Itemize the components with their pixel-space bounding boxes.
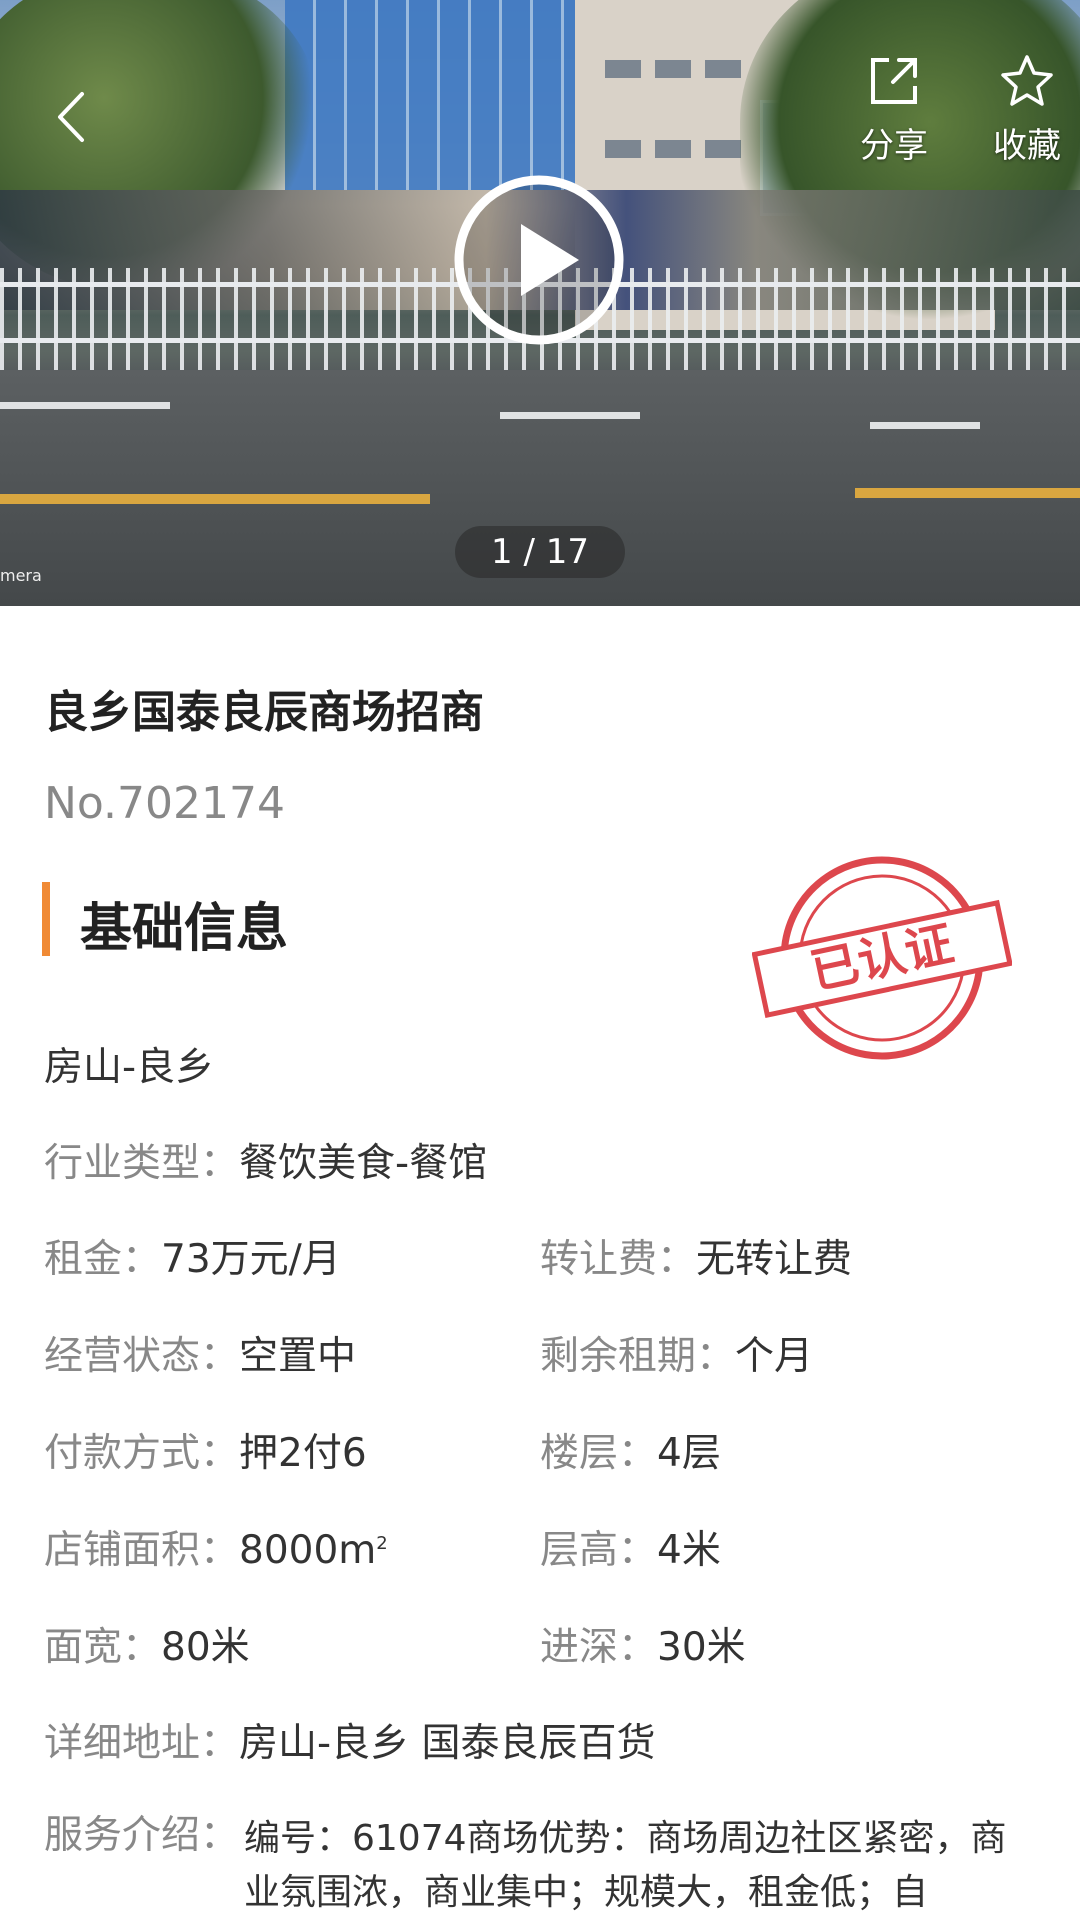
payment-row: 付款方式：押2付6 [44, 1422, 367, 1478]
district: 房山-良乡 [44, 1045, 215, 1090]
address-value: 房山-良乡 国泰良辰百货 [239, 1721, 656, 1766]
play-button[interactable] [453, 174, 625, 346]
status-value: 空置中 [239, 1334, 357, 1379]
area-unit-superscript: 2 [376, 1533, 388, 1554]
rent-label: 租金： [44, 1237, 162, 1282]
listing-title: 良乡国泰良辰商场招商 [44, 687, 484, 738]
status-label: 经营状态： [44, 1334, 240, 1379]
width-value: 80米 [161, 1625, 250, 1670]
depth-row: 进深：30米 [540, 1616, 746, 1672]
area-label: 店铺面积： [44, 1528, 240, 1573]
floor-value: 4层 [657, 1431, 721, 1476]
listing-number: No.702174 [44, 778, 286, 829]
payment-value: 押2付6 [239, 1431, 367, 1476]
remaining-term-row: 剩余租期：个月 [540, 1325, 813, 1381]
address-label: 详细地址： [44, 1721, 240, 1766]
favorite-label: 收藏 [993, 126, 1061, 166]
transfer-value: 无转让费 [696, 1237, 853, 1282]
industry-row: 行业类型：餐饮美食-餐馆 [44, 1132, 487, 1188]
rent-row: 租金：73万元/月 [44, 1228, 341, 1284]
section-accent-bar [42, 882, 50, 956]
service-label: 服务介绍： [44, 1813, 240, 1858]
payment-label: 付款方式： [44, 1431, 240, 1476]
image-counter: 1 / 17 [455, 526, 625, 578]
floor-row: 楼层：4层 [540, 1422, 721, 1478]
share-button[interactable]: 分享 [854, 52, 934, 172]
building-glass [285, 0, 585, 190]
floor-label: 楼层： [540, 1431, 658, 1476]
status-row: 经营状态：空置中 [44, 1325, 356, 1381]
depth-label: 进深： [540, 1625, 658, 1670]
star-icon [1001, 55, 1053, 106]
verified-stamp: 已认证 [752, 856, 1012, 1060]
share-icon [871, 58, 917, 104]
depth-value: 30米 [657, 1625, 746, 1670]
chevron-left-icon [58, 92, 84, 142]
transfer-row: 转让费：无转让费 [540, 1228, 852, 1284]
play-icon [454, 175, 624, 345]
remaining-term-label: 剩余租期： [540, 1334, 736, 1379]
width-row: 面宽：80米 [44, 1616, 250, 1672]
media-gallery[interactable]: 分享 收藏 1 / 17 mera [0, 0, 1080, 606]
height-label: 层高： [540, 1528, 658, 1573]
width-label: 面宽： [44, 1625, 162, 1670]
section-title: 基础信息 [80, 899, 289, 959]
area-value: 8000m [239, 1528, 377, 1573]
area-row: 店铺面积：8000m2 [44, 1519, 388, 1575]
service-value: 编号：61074商场优势：商场周边社区紧密，商业氛围浓，商业集中；规模大，租金低… [244, 1818, 1007, 1913]
service-row: 服务介绍： 编号：61074商场优势：商场周边社区紧密，商业氛围浓，商业集中；规… [44, 1804, 1007, 1913]
back-button[interactable] [48, 82, 98, 152]
remaining-term-value: 个月 [735, 1334, 814, 1379]
industry-value: 餐饮美食-餐馆 [239, 1141, 488, 1186]
rent-value: 73万元/月 [161, 1237, 341, 1282]
height-value: 4米 [657, 1528, 721, 1573]
address-row: 详细地址：房山-良乡 国泰良辰百货 [44, 1712, 656, 1768]
industry-label: 行业类型： [44, 1141, 240, 1186]
share-label: 分享 [860, 126, 928, 166]
transfer-label: 转让费： [540, 1237, 697, 1282]
height-row: 层高：4米 [540, 1519, 721, 1575]
favorite-button[interactable]: 收藏 [982, 52, 1072, 172]
camera-watermark: mera [0, 566, 42, 585]
